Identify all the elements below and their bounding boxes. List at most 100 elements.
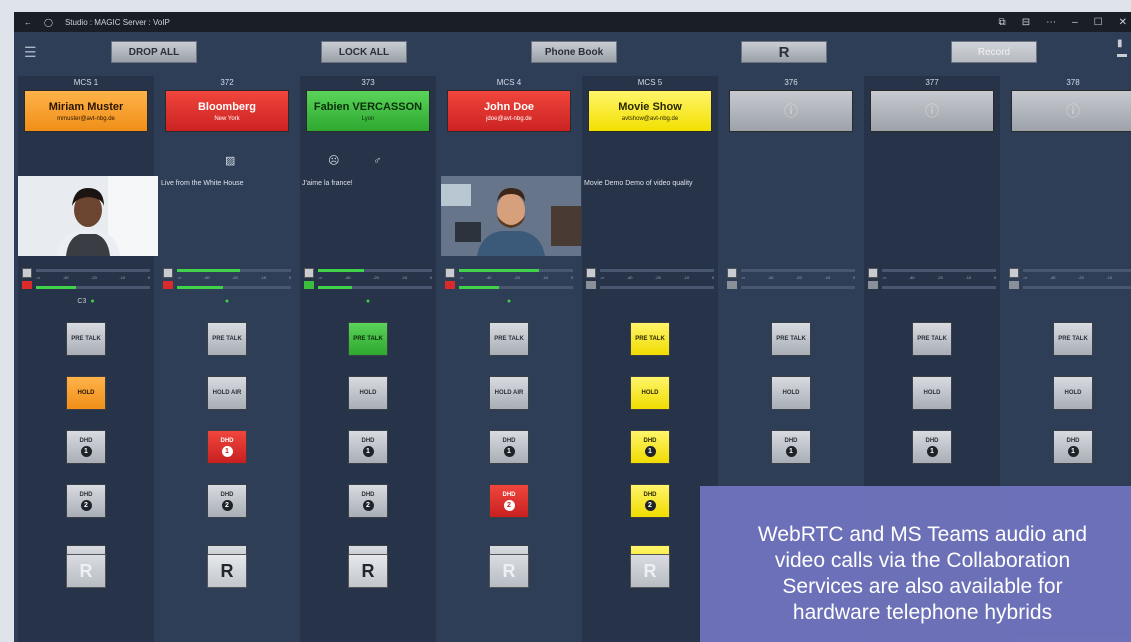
mute-badge[interactable] bbox=[727, 281, 737, 289]
speaker-icon[interactable] bbox=[445, 268, 455, 278]
pre-talk-button[interactable]: PRE TALK bbox=[66, 322, 106, 356]
caller-card[interactable]: Bloomberg New York bbox=[165, 90, 289, 132]
dhd2-button[interactable]: DHD 2 bbox=[348, 484, 388, 518]
r-button[interactable]: R bbox=[207, 554, 247, 588]
window-control-icon[interactable]: ⋯ bbox=[1046, 17, 1056, 28]
meter-track-bottom bbox=[600, 286, 714, 289]
window-control-icon[interactable]: – bbox=[1072, 17, 1078, 28]
mute-badge[interactable] bbox=[163, 281, 173, 289]
hold-button[interactable]: HOLD AIR bbox=[489, 376, 529, 410]
mute-badge[interactable] bbox=[1009, 281, 1019, 289]
caller-contact: mmuster@avt-nbg.de bbox=[57, 115, 115, 122]
speaker-icon[interactable] bbox=[163, 268, 173, 278]
meter-tick: -∞ bbox=[177, 275, 182, 280]
dhd-label: DHD bbox=[361, 492, 375, 498]
lock-all-button[interactable]: LOCK ALL bbox=[321, 41, 407, 63]
pre-talk-button[interactable]: PRE TALK bbox=[771, 322, 811, 356]
channel-status-icon[interactable]: ☹ ♂ bbox=[328, 154, 381, 167]
channel-status-icon[interactable]: ▨ bbox=[225, 154, 235, 167]
speaker-icon[interactable] bbox=[1009, 268, 1019, 278]
hold-button[interactable]: HOLD AIR bbox=[207, 376, 247, 410]
back-arrow-icon[interactable]: ← bbox=[24, 18, 32, 27]
meter-scale: -∞ -40 -20 -10 0 bbox=[36, 275, 150, 280]
hold-button[interactable]: HOLD bbox=[630, 376, 670, 410]
r-toggle-button[interactable]: R bbox=[741, 41, 827, 63]
title-bar: ← ◯ Studio : MAGIC Server : VoIP ⧉ ⊟ ⋯ – ☐ ✕ bbox=[14, 12, 1131, 32]
pre-talk-button[interactable]: PRE TALK bbox=[1053, 322, 1093, 356]
caller-card[interactable]: ⓘ bbox=[1011, 90, 1131, 132]
speaker-icon[interactable] bbox=[22, 268, 32, 278]
side-panel-icon[interactable]: ▮ ▬ bbox=[1117, 38, 1131, 60]
status-code: C3 bbox=[77, 298, 87, 305]
meter-track-top bbox=[882, 269, 996, 272]
dhd1-button[interactable]: DHD 1 bbox=[207, 430, 247, 464]
speaker-icon[interactable] bbox=[727, 268, 737, 278]
hold-button[interactable]: HOLD bbox=[912, 376, 952, 410]
meter-tick: -40 bbox=[767, 275, 774, 280]
dhd2-button[interactable]: DHD 2 bbox=[489, 484, 529, 518]
caller-card[interactable]: Miriam Muster mmuster@avt-nbg.de bbox=[24, 90, 148, 132]
mute-badge[interactable] bbox=[868, 281, 878, 289]
window-control-icon[interactable]: ⧉ bbox=[999, 17, 1006, 28]
window-control-icon[interactable]: ⊟ bbox=[1022, 17, 1030, 28]
meter-tick: 0 bbox=[852, 275, 855, 280]
pre-talk-button[interactable]: PRE TALK bbox=[207, 322, 247, 356]
speaker-icon[interactable] bbox=[586, 268, 596, 278]
dhd-number: 2 bbox=[362, 500, 374, 511]
meter-tick: 0 bbox=[429, 275, 432, 280]
channel-number: 373 bbox=[361, 78, 375, 87]
meter-tick: -40 bbox=[1049, 275, 1056, 280]
channel-column: 372 Bloomberg New York ▨ Live from the White… bbox=[159, 76, 295, 642]
meter-tick: -20 bbox=[796, 275, 802, 280]
window-control-icon[interactable]: ☐ bbox=[1094, 17, 1103, 28]
r-button[interactable]: R bbox=[348, 554, 388, 588]
caller-card[interactable]: Fabien VERCASSON Lyon bbox=[306, 90, 430, 132]
dhd1-button[interactable]: DHD 1 bbox=[630, 430, 670, 464]
mute-badge[interactable] bbox=[304, 281, 314, 289]
mute-badge[interactable] bbox=[445, 281, 455, 289]
dhd2-button[interactable]: DHD 2 bbox=[630, 484, 670, 518]
window-control-icon[interactable]: ✕ bbox=[1119, 17, 1127, 28]
pre-talk-button[interactable]: PRE TALK bbox=[489, 322, 529, 356]
channel-number: 376 bbox=[784, 78, 798, 87]
dhd1-button[interactable]: DHD 1 bbox=[66, 430, 106, 464]
r-button[interactable]: R bbox=[489, 554, 529, 588]
mute-badge[interactable] bbox=[22, 281, 32, 289]
channel-number: MCS 1 bbox=[73, 78, 99, 87]
dhd1-button[interactable]: DHD 1 bbox=[912, 430, 952, 464]
dhd-label: DHD bbox=[79, 438, 93, 444]
dhd-label: DHD bbox=[79, 492, 93, 498]
pre-talk-button[interactable]: PRE TALK bbox=[912, 322, 952, 356]
pre-talk-button[interactable]: PRE TALK bbox=[348, 322, 388, 356]
speaker-icon[interactable] bbox=[304, 268, 314, 278]
dhd1-button[interactable]: DHD 1 bbox=[1053, 430, 1093, 464]
pre-talk-button[interactable]: PRE TALK bbox=[630, 322, 670, 356]
meter-tick: -20 bbox=[514, 275, 520, 280]
r-button[interactable]: R bbox=[630, 554, 670, 588]
dhd-label: DHD bbox=[784, 438, 798, 444]
hold-button[interactable]: HOLD bbox=[66, 376, 106, 410]
record-button[interactable]: Record bbox=[951, 41, 1037, 63]
caller-contact: avtshow@avt-nbg.de bbox=[621, 115, 679, 122]
menu-icon[interactable]: ☰ bbox=[24, 44, 37, 61]
speaker-icon[interactable] bbox=[868, 268, 878, 278]
caller-card[interactable]: Movie Show avtshow@avt-nbg.de bbox=[588, 90, 712, 132]
caller-card[interactable]: ⓘ bbox=[729, 90, 853, 132]
hold-button[interactable]: HOLD bbox=[1053, 376, 1093, 410]
dhd1-button[interactable]: DHD 1 bbox=[348, 430, 388, 464]
meter-tick: 0 bbox=[993, 275, 996, 280]
dhd1-button[interactable]: DHD 1 bbox=[771, 430, 811, 464]
mute-badge[interactable] bbox=[586, 281, 596, 289]
r-button[interactable]: R bbox=[66, 554, 106, 588]
status-indicator: ● bbox=[441, 298, 577, 305]
dhd2-button[interactable]: DHD 2 bbox=[207, 484, 247, 518]
meter-tick: -∞ bbox=[600, 275, 605, 280]
hold-button[interactable]: HOLD bbox=[771, 376, 811, 410]
drop-all-button[interactable]: DROP ALL bbox=[111, 41, 197, 63]
hold-button[interactable]: HOLD bbox=[348, 376, 388, 410]
dhd1-button[interactable]: DHD 1 bbox=[489, 430, 529, 464]
phone-book-button[interactable]: Phone Book bbox=[531, 41, 617, 63]
caller-card[interactable]: John Doe jdoe@avt-nbg.de bbox=[447, 90, 571, 132]
caller-card[interactable]: ⓘ bbox=[870, 90, 994, 132]
dhd2-button[interactable]: DHD 2 bbox=[66, 484, 106, 518]
